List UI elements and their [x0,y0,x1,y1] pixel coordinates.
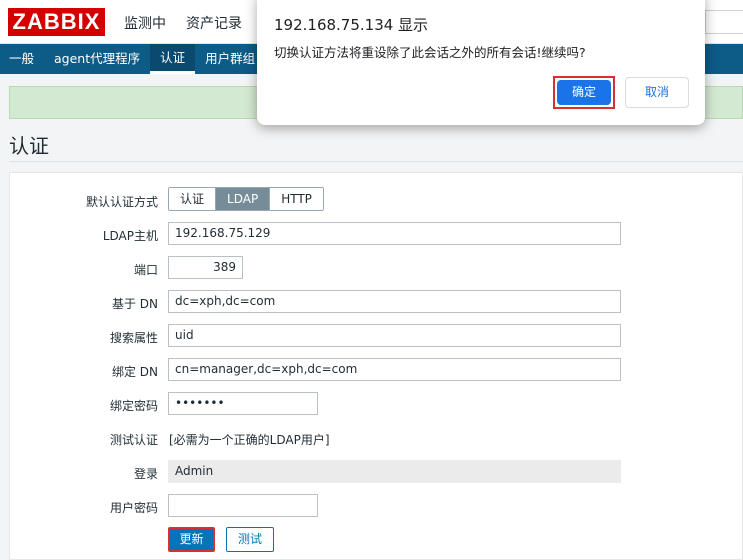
auth-option-http[interactable]: HTTP [270,188,323,210]
login-input: Admin [168,460,621,483]
port-label: 端口 [133,263,158,277]
user-password-input[interactable] [168,494,318,517]
test-button[interactable]: 测试 [226,527,274,552]
bind-password-input[interactable]: ••••••• [168,392,318,415]
base-dn-input[interactable]: dc=xph,dc=com [168,290,621,313]
top-nav: 监测中 资产记录 [124,13,242,33]
test-auth-label: 测试认证 [109,433,158,447]
base-dn-label: 基于 DN [111,297,158,311]
bind-dn-input[interactable]: cn=manager,dc=xph,dc=com [168,358,621,381]
port-input[interactable]: 389 [168,256,243,279]
search-input[interactable] [705,10,743,34]
dialog-title: 192.168.75.134 显示 [274,16,429,34]
update-button[interactable]: 更新 [168,527,215,552]
confirm-dialog: 192.168.75.134 显示 切换认证方法将重设除了此会话之外的所有会话!… [257,0,705,125]
search-attribute-label: 搜索属性 [109,331,158,345]
sub-nav-agent-proxies[interactable]: agent代理程序 [44,44,150,74]
search-attribute-input[interactable]: uid [168,324,621,347]
test-auth-note: [必需为一个正确的LDAP用户] [169,433,330,447]
user-password-label: 用户密码 [109,501,158,515]
auth-option-ldap[interactable]: LDAP [216,188,271,210]
nav-monitoring[interactable]: 监测中 [124,13,166,33]
auth-method-label: 默认认证方式 [85,195,158,209]
title-divider [9,161,743,162]
auth-method-selector: 认证 LDAP HTTP [168,187,324,211]
zabbix-logo[interactable]: ZABBIX [8,8,105,36]
dialog-ok-button[interactable]: 确定 [557,80,611,105]
sub-nav-user-groups[interactable]: 用户群组 [195,44,265,74]
sub-nav-general[interactable]: 一般 [0,44,44,74]
login-label: 登录 [133,467,158,481]
page-title: 认证 [9,134,49,158]
dialog-message: 切换认证方法将重设除了此会话之外的所有会话!继续吗? [274,45,586,60]
auth-option-internal[interactable]: 认证 [169,188,217,210]
sub-nav-authentication[interactable]: 认证 [150,44,196,74]
nav-inventory[interactable]: 资产记录 [186,13,242,33]
bind-dn-label: 绑定 DN [111,365,158,379]
ldap-host-input[interactable]: 192.168.75.129 [168,222,621,245]
ldap-host-label: LDAP主机 [102,229,158,243]
dialog-cancel-button[interactable]: 取消 [625,77,689,108]
bind-password-label: 绑定密码 [109,399,158,413]
